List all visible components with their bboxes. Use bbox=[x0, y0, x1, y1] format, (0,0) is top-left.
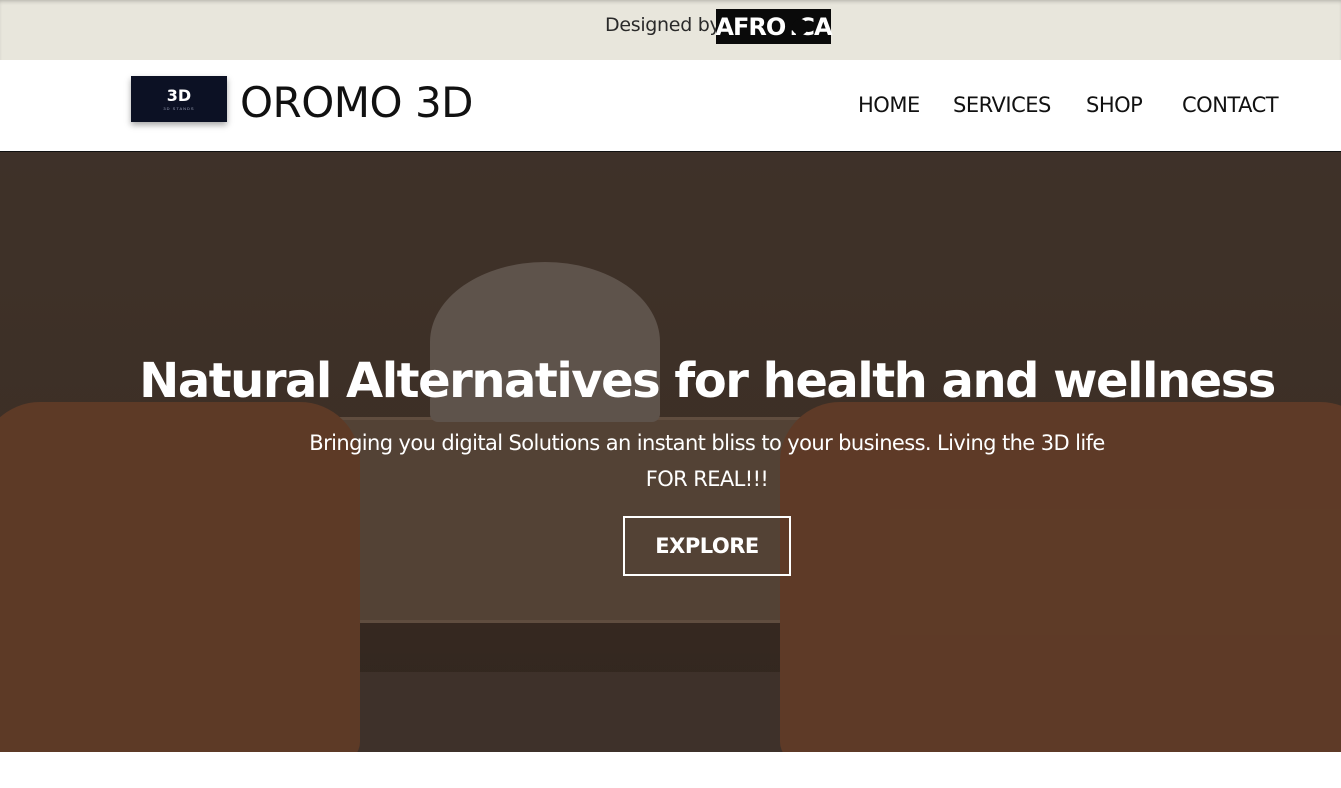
nav-contact[interactable]: CONTACT bbox=[1182, 93, 1279, 117]
nav-services[interactable]: SERVICES bbox=[953, 93, 1051, 117]
hero-section: Natural Alternatives for health and well… bbox=[0, 152, 1341, 752]
afro-logo-text: AFRO bbox=[715, 12, 786, 41]
brand-name[interactable]: OROMO 3D bbox=[240, 78, 474, 127]
logo-mark: 3D bbox=[166, 85, 192, 105]
logo-tagline: 3D STANDS bbox=[163, 105, 195, 111]
site-header: 3D 3D STANDS OROMO 3D HOME SERVICES SHOP… bbox=[0, 60, 1341, 152]
site-logo[interactable]: 3D 3D STANDS bbox=[131, 76, 227, 122]
afro-logo[interactable]: AFRO .CA bbox=[715, 9, 833, 44]
explore-button[interactable]: EXPLORE bbox=[623, 516, 791, 576]
nav-home[interactable]: HOME bbox=[858, 93, 920, 117]
hero-title: Natural Alternatives for health and well… bbox=[139, 353, 1276, 409]
hero-subtitle: Bringing you digital Solutions an instan… bbox=[309, 431, 1105, 491]
designed-by-label: Designed by bbox=[605, 14, 721, 36]
top-banner: Designed by AFRO .CA bbox=[0, 0, 1341, 60]
nav-shop[interactable]: SHOP bbox=[1086, 93, 1143, 117]
